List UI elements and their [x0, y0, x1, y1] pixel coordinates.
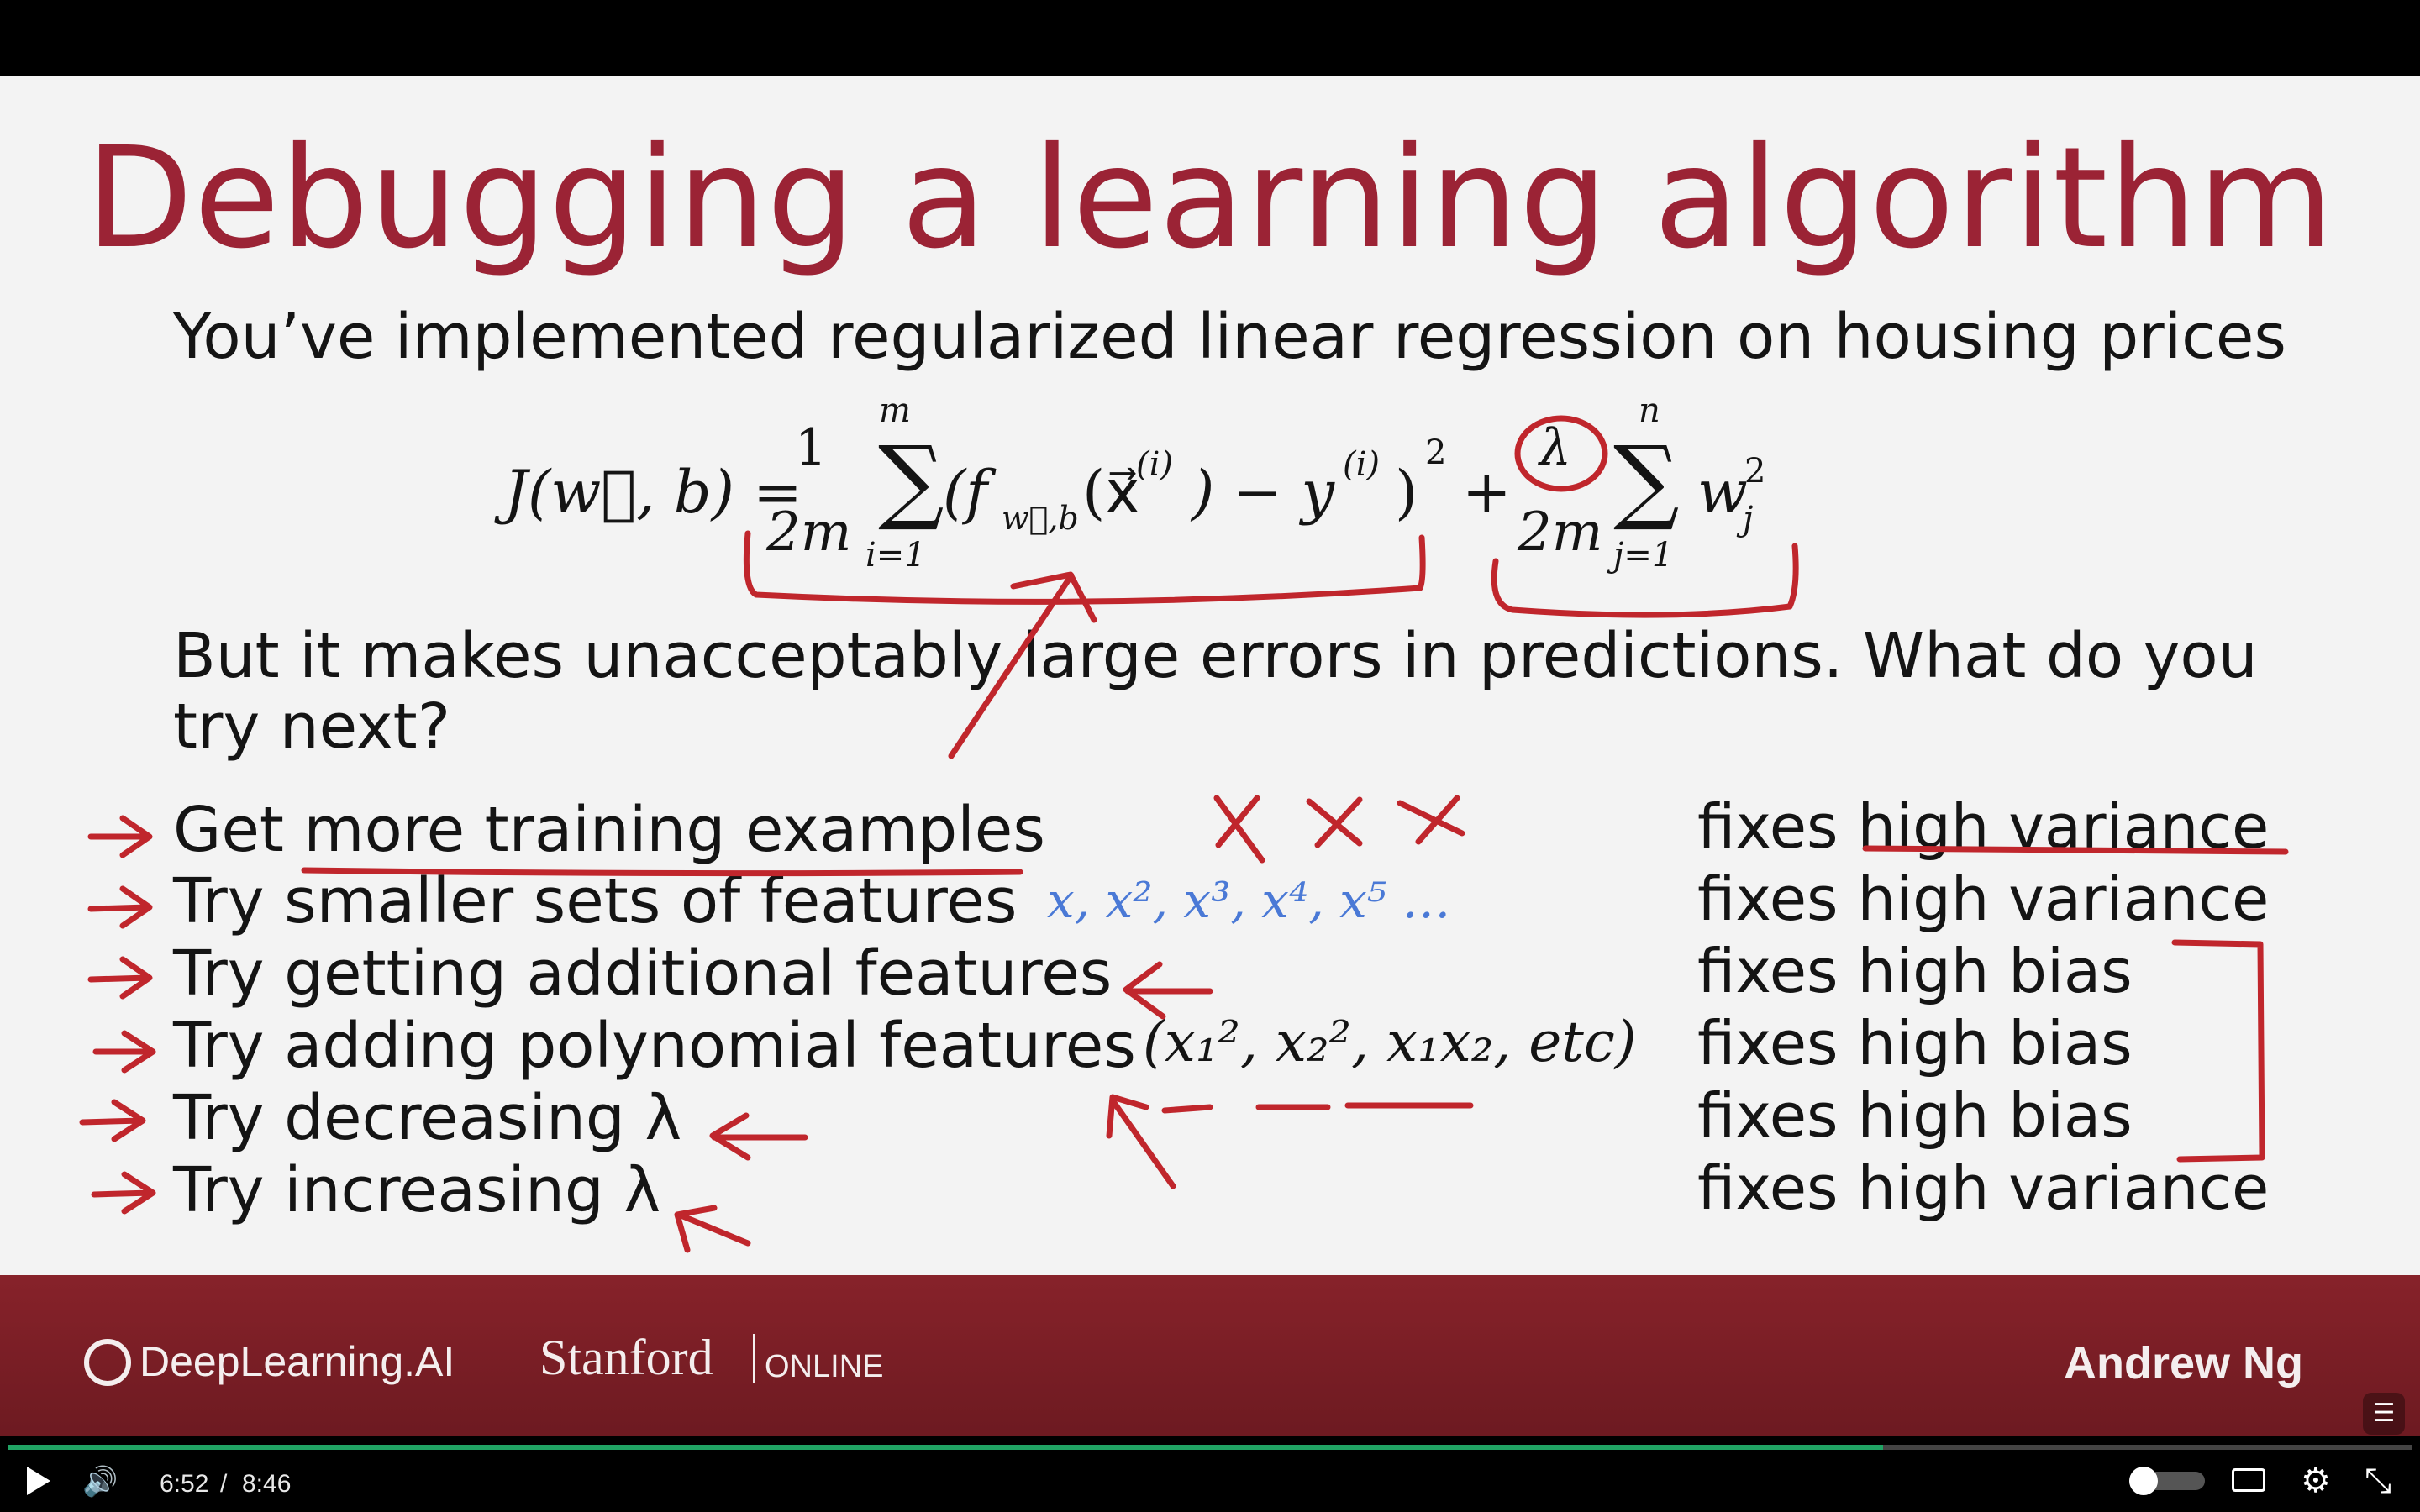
- progress-fill: [8, 1445, 1883, 1450]
- captions-icon[interactable]: [2232, 1468, 2265, 1492]
- deeplearning-logo-icon: [84, 1339, 131, 1386]
- transcript-icon[interactable]: ☰: [2363, 1393, 2405, 1435]
- cross-x3: [1213, 795, 1265, 864]
- poly-dashes: [1161, 1102, 1474, 1114]
- progress-bar[interactable]: [8, 1445, 2412, 1450]
- time-separator: /: [220, 1470, 228, 1498]
- presenter-name: Andrew Ng: [2064, 1338, 2304, 1389]
- online-label: ONLINE: [765, 1349, 884, 1384]
- brand-name: DeepLearning.AI: [139, 1338, 455, 1385]
- play-icon[interactable]: [27, 1467, 50, 1495]
- bullet-arrow-2: [87, 885, 153, 929]
- bullet-arrow-5: [79, 1099, 146, 1142]
- bullet-arrow-3: [87, 956, 153, 1000]
- bullet-arrow-1: [87, 815, 153, 858]
- cross-x4: [1306, 796, 1363, 848]
- stanford-name: Stanford: [539, 1330, 713, 1385]
- reg-term-bracket: [1491, 543, 1799, 618]
- duration: 8:46: [242, 1470, 292, 1498]
- volume-icon[interactable]: 🔊: [82, 1465, 118, 1499]
- bullet-arrow-4: [92, 1030, 156, 1074]
- cross-x5: [1397, 795, 1465, 845]
- current-time: 6:52: [160, 1470, 209, 1498]
- exit-fullscreen-icon[interactable]: ⤡: [2365, 1462, 2391, 1500]
- error-term-bracket: [743, 530, 1426, 605]
- footer-divider: [753, 1334, 755, 1383]
- high-bias-bracket: [2171, 939, 2265, 1163]
- settings-icon[interactable]: ⚙: [2301, 1462, 2331, 1500]
- underline-high-variance: [1862, 845, 2289, 855]
- slide-footer: DeepLearning.AI Stanford ONLINE Andrew N…: [0, 1275, 2420, 1436]
- lambda-circle-annotation: [1514, 415, 1608, 492]
- speed-toggle[interactable]: [2129, 1467, 2205, 1495]
- arrow-increasing-lambda: [674, 1205, 751, 1253]
- arrow-additional-features: [1123, 961, 1213, 1020]
- arrow-decreasing-lambda: [709, 1112, 808, 1161]
- underline-training-examples: [301, 867, 1023, 877]
- bullet-arrow-6: [91, 1171, 156, 1215]
- video-controls: 🔊 6:52 / 8:46 ⚙ ⤡: [0, 1436, 2420, 1512]
- speed-toggle-knob: [2129, 1467, 2158, 1495]
